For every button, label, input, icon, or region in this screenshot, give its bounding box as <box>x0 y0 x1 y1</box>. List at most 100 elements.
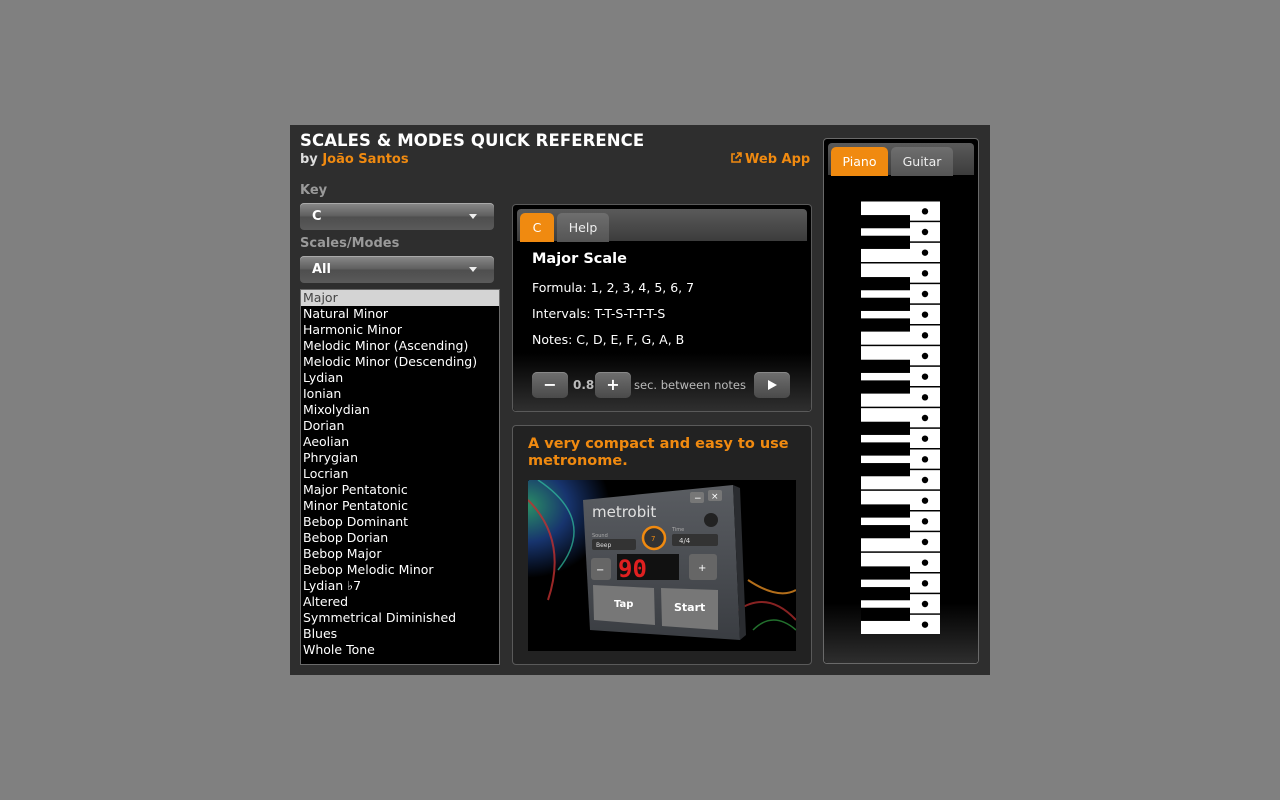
ad-start: Start <box>674 601 705 614</box>
tab-piano[interactable]: Piano <box>831 147 888 176</box>
ad-brand: metrobit <box>592 503 656 521</box>
scale-list-item[interactable]: Major <box>301 290 499 306</box>
scale-list-item[interactable]: Phrygian <box>301 450 499 466</box>
piano-keyboard[interactable] <box>861 201 941 635</box>
tab-help[interactable]: Help <box>557 213 609 242</box>
byline: by João Santos <box>300 152 409 167</box>
note-marker-dot <box>921 208 929 215</box>
scale-list-item[interactable]: Bebop Dominant <box>301 514 499 530</box>
note-marker-dot <box>921 580 929 587</box>
note-marker-dot <box>921 311 929 318</box>
external-link-icon <box>731 152 742 163</box>
decrease-speed-button[interactable]: − <box>532 372 568 398</box>
key-select[interactable]: C <box>300 203 494 230</box>
scale-list-item[interactable]: Melodic Minor (Descending) <box>301 354 499 370</box>
piano-black-key[interactable] <box>861 525 910 539</box>
scale-list-item[interactable]: Minor Pentatonic <box>301 498 499 514</box>
scale-info-panel: C Help Major Scale Formula: 1, 2, 3, 4, … <box>512 204 812 412</box>
ad-time-value: 4/4 <box>679 537 691 545</box>
chevron-down-icon <box>469 214 477 219</box>
piano-black-key[interactable] <box>861 587 910 601</box>
metronome-ad-image[interactable]: metrobit − × Sound Beep 7 Time 4/4 − 90 <box>528 480 796 651</box>
scale-list-item[interactable]: Harmonic Minor <box>301 322 499 338</box>
piano-black-key[interactable] <box>861 421 910 435</box>
ad-sound-label: Sound <box>592 533 608 539</box>
scale-list-item[interactable]: Natural Minor <box>301 306 499 322</box>
note-marker-dot <box>921 497 929 504</box>
scale-list-item[interactable]: Locrian <box>301 466 499 482</box>
ad-plus: + <box>698 563 706 574</box>
scales-filter-select[interactable]: All <box>300 256 494 283</box>
chevron-down-icon <box>469 267 477 272</box>
note-marker-dot <box>921 270 929 277</box>
scale-list-item[interactable]: Bebop Major <box>301 546 499 562</box>
scale-list-item[interactable]: Ionian <box>301 386 499 402</box>
tab-guitar[interactable]: Guitar <box>891 147 953 176</box>
app-window: SCALES & MODES QUICK REFERENCE by João S… <box>290 125 990 675</box>
scale-list-item[interactable]: Bebop Dorian <box>301 530 499 546</box>
scale-list-item[interactable]: Altered <box>301 594 499 610</box>
web-app-link[interactable]: Web App <box>730 152 810 167</box>
scale-list-item[interactable]: Melodic Minor (Ascending) <box>301 338 499 354</box>
ad-close-button: × <box>711 492 719 502</box>
piano-black-key[interactable] <box>861 380 910 394</box>
byline-prefix: by <box>300 152 318 167</box>
page-title: SCALES & MODES QUICK REFERENCE <box>300 131 645 150</box>
note-marker-dot <box>921 394 929 401</box>
play-button[interactable] <box>754 372 790 398</box>
note-marker-dot <box>921 249 929 256</box>
scale-list-item[interactable]: Major Pentatonic <box>301 482 499 498</box>
metronome-ad-panel[interactable]: A very compact and easy to use metronome… <box>512 425 812 665</box>
note-marker-dot <box>921 332 929 339</box>
piano-black-key[interactable] <box>861 215 910 229</box>
note-marker-dot <box>921 435 929 442</box>
scale-list-item[interactable]: Blues <box>301 626 499 642</box>
piano-black-key[interactable] <box>861 318 910 332</box>
piano-black-key[interactable] <box>861 566 910 580</box>
note-marker-dot <box>921 414 929 422</box>
piano-black-key[interactable] <box>861 504 910 518</box>
play-icon <box>768 380 777 390</box>
formula-text: Formula: 1, 2, 3, 4, 5, 6, 7 <box>532 280 695 295</box>
instrument-panel: Piano Guitar <box>823 138 979 664</box>
piano-black-key[interactable] <box>861 277 910 291</box>
scale-list-item[interactable]: Whole Tone <box>301 642 499 658</box>
piano-black-key[interactable] <box>861 297 910 311</box>
author-link[interactable]: João Santos <box>322 152 408 167</box>
scales-filter-value: All <box>312 262 331 277</box>
note-marker-dot <box>921 352 929 360</box>
scale-list-item[interactable]: Mixolydian <box>301 402 499 418</box>
ad-tap: Tap <box>614 599 633 610</box>
scale-list-item[interactable]: Bebop Melodic Minor <box>301 562 499 578</box>
piano-black-key[interactable] <box>861 463 910 477</box>
note-marker-dot <box>921 476 929 484</box>
scale-list-item[interactable]: Lydian ♭7 <box>301 578 499 594</box>
playback-controls: − 0.8 + sec. between notes <box>513 353 811 411</box>
scale-name: Major Scale <box>532 251 627 267</box>
speed-label: sec. between notes <box>634 378 746 392</box>
note-marker-dot <box>921 290 929 298</box>
note-marker-dot <box>921 538 929 546</box>
note-marker-dot <box>921 373 929 380</box>
metronome-illustration: metrobit − × Sound Beep 7 Time 4/4 − 90 <box>528 480 796 651</box>
notes-text: Notes: C, D, E, F, G, A, B <box>532 332 685 347</box>
tab-key[interactable]: C <box>520 213 554 242</box>
piano-black-key[interactable] <box>861 607 910 621</box>
scale-list-item[interactable]: Lydian <box>301 370 499 386</box>
ad-knob-value: 7 <box>651 535 655 543</box>
scale-list-item[interactable]: Dorian <box>301 418 499 434</box>
piano-black-key[interactable] <box>861 359 910 373</box>
note-marker-dot <box>921 600 929 608</box>
scale-list-item[interactable]: Symmetrical Diminished <box>301 610 499 626</box>
note-marker-dot <box>921 559 929 566</box>
scales-label: Scales/Modes <box>300 236 400 251</box>
ad-headline: A very compact and easy to use metronome… <box>528 436 789 469</box>
note-marker-dot <box>921 228 929 236</box>
piano-black-key[interactable] <box>861 442 910 456</box>
key-select-value: C <box>312 209 322 224</box>
scale-list-item[interactable]: Aeolian <box>301 434 499 450</box>
scales-listbox[interactable]: Major Natural Minor Harmonic Minor Melodic … <box>300 289 500 665</box>
piano-black-key[interactable] <box>861 235 910 249</box>
increase-speed-button[interactable]: + <box>595 372 631 398</box>
ad-sound-value: Beep <box>596 542 611 549</box>
